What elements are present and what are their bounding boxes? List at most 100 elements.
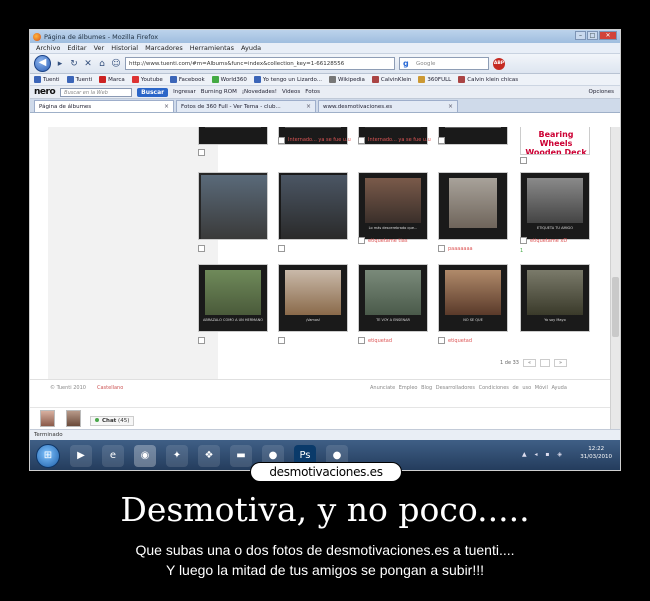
tag-checkbox[interactable] (358, 137, 365, 144)
photo-thumb[interactable]: ¡Vamos! (278, 264, 348, 332)
photo-thumb[interactable] (198, 127, 268, 145)
bookmark-item[interactable]: Facebook (169, 76, 205, 83)
comment-count[interactable]: 1 (520, 248, 523, 254)
back-arrow-icon[interactable]: ◀ (34, 55, 51, 72)
close-tab-icon[interactable]: × (164, 103, 169, 110)
tag-checkbox[interactable] (438, 245, 445, 252)
photo-label[interactable]: etiquetad (448, 338, 472, 344)
stop-icon[interactable]: ✕ (83, 59, 93, 69)
photo-label[interactable]: Internado... ya se fue u.u (288, 137, 351, 143)
nero-item[interactable]: Videos (282, 89, 300, 95)
smiley-icon[interactable]: ☺ (111, 59, 121, 69)
scrollbar-thumb[interactable] (612, 277, 619, 337)
photo-thumb[interactable]: ETIQUETA TU AMIGO (520, 172, 590, 240)
tag-checkbox[interactable] (198, 245, 205, 252)
bookmark-item[interactable]: Youtube (131, 76, 163, 83)
ie-icon[interactable]: e (102, 445, 124, 467)
url-bar[interactable]: http://www.tuenti.com/#m=Albums&func=ind… (125, 57, 395, 70)
bookmark-item[interactable]: Yo tengo un Lizardo... (253, 76, 322, 83)
reload-icon[interactable]: ↻ (69, 59, 79, 69)
prev-page-button[interactable]: « (522, 359, 537, 367)
windows-start-icon[interactable]: ⊞ (36, 444, 60, 468)
firefox-taskbar-icon[interactable]: ◉ (134, 445, 156, 467)
system-tray[interactable]: ▲ ◂ ▪ ◈ (522, 451, 565, 458)
adblock-icon[interactable]: ABP (493, 57, 505, 70)
language-selector[interactable]: Castellano (97, 385, 123, 391)
nero-item[interactable]: ¡Novedades! (242, 89, 277, 95)
media-player-icon[interactable]: ▶ (70, 445, 92, 467)
avatar[interactable] (40, 410, 55, 427)
chat-button[interactable]: Chat (45) (90, 416, 135, 426)
forward-arrow-icon[interactable]: ▸ (55, 59, 65, 69)
close-tab-icon[interactable]: × (306, 103, 311, 110)
tag-checkbox[interactable] (198, 149, 205, 156)
photo-thumb[interactable] (198, 172, 268, 240)
photo-label[interactable]: paaaaaaa (448, 246, 473, 252)
photo-thumb[interactable]: Yo soy Mayo (520, 264, 590, 332)
bookmark-item[interactable]: CalvinKlein (371, 76, 411, 83)
nero-item[interactable]: Fotos (305, 89, 320, 95)
tab-albums[interactable]: Página de álbumes × (34, 100, 174, 112)
nero-options[interactable]: Opciones (589, 89, 620, 95)
tag-checkbox[interactable] (520, 157, 527, 164)
next-page-button[interactable]: » (554, 359, 568, 367)
bookmark-item[interactable]: World360 (211, 76, 247, 83)
photo-thumb[interactable]: TE VOY A ENSEÑAR (358, 264, 428, 332)
nero-item[interactable]: Ingresar (173, 89, 196, 95)
photo-image (205, 270, 261, 315)
photo-label[interactable]: etiquetame xD (530, 238, 567, 244)
menu-historial[interactable]: Historial (111, 44, 138, 52)
bookmark-item[interactable]: Tuenti (66, 76, 92, 83)
photo-thumb[interactable] (278, 172, 348, 240)
nero-search-input[interactable]: Buscar en la Web (60, 87, 133, 97)
bookmark-item[interactable]: Marca (99, 76, 125, 83)
minimize-button[interactable]: – (575, 31, 586, 40)
nero-search-button[interactable]: Buscar (137, 87, 169, 97)
vertical-scrollbar[interactable] (610, 127, 620, 429)
tab-360full[interactable]: Fotos de 360 Full - Ver Tema - club... × (176, 100, 316, 112)
menu-herramientas[interactable]: Herramientas (190, 44, 234, 52)
photo-thumb[interactable] (438, 127, 508, 145)
tag-checkbox[interactable] (358, 337, 365, 344)
tag-checkbox[interactable] (278, 245, 285, 252)
photo-thumb[interactable]: NO SE QUE (438, 264, 508, 332)
bookmark-item[interactable]: Tuenti (34, 76, 60, 83)
bookmark-item[interactable]: 360FULL (418, 76, 451, 83)
footer-links[interactable]: Anunciate Empleo Blog Desarrolladores Co… (370, 385, 567, 391)
tag-checkbox[interactable] (358, 237, 365, 244)
menu-editar[interactable]: Editar (67, 44, 86, 52)
app-icon[interactable]: ❖ (198, 445, 220, 467)
tag-checkbox[interactable] (438, 137, 445, 144)
menu-marcadores[interactable]: Marcadores (145, 44, 183, 52)
page-number-button[interactable] (540, 359, 551, 367)
photo-thumb[interactable]: Lo más descerebrado que... (358, 172, 428, 240)
tab-desmotivaciones[interactable]: www.desmotivaciones.es × (318, 100, 458, 112)
photo-label[interactable]: etiquetad (368, 338, 392, 344)
menu-archivo[interactable]: Archivo (36, 44, 60, 52)
home-icon[interactable]: ⌂ (97, 59, 107, 69)
search-input[interactable]: g Google (399, 57, 489, 70)
close-button[interactable]: ✕ (599, 31, 617, 40)
tag-checkbox[interactable] (520, 237, 527, 244)
photo-thumb[interactable] (438, 172, 508, 240)
tag-checkbox[interactable] (198, 337, 205, 344)
app-icon[interactable]: ✦ (166, 445, 188, 467)
photo-thumb[interactable]: ABRAZALO COMO A UN HERMANO (198, 264, 268, 332)
taskbar-clock[interactable]: 12:22 31/03/2010 (580, 445, 612, 461)
bookmark-item[interactable]: Calvin klein chicas (458, 76, 518, 83)
avatar[interactable] (66, 410, 81, 427)
maximize-button[interactable]: □ (587, 31, 598, 40)
tag-checkbox[interactable] (278, 337, 285, 344)
photo-label[interactable]: etiquetame tias (368, 238, 407, 244)
menu-ayuda[interactable]: Ayuda (241, 44, 261, 52)
photo-caption: NO SE QUE (463, 318, 483, 322)
nero-item[interactable]: Burning ROM (201, 89, 237, 95)
folder-icon[interactable]: ▬ (230, 445, 252, 467)
close-tab-icon[interactable]: × (448, 103, 453, 110)
photo-thumb[interactable]: Bearing Wheels Wooden Deck (520, 127, 590, 155)
tag-checkbox[interactable] (438, 337, 445, 344)
bookmark-item[interactable]: Wikipedia (329, 76, 365, 83)
menu-ver[interactable]: Ver (94, 44, 105, 52)
photo-label[interactable]: Internado... ya se fue u.u (368, 137, 431, 143)
tag-checkbox[interactable] (278, 137, 285, 144)
